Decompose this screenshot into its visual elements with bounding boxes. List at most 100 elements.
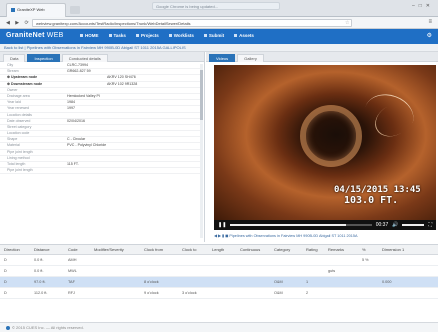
window-controls[interactable]: –□✕ bbox=[412, 3, 434, 9]
app-logo[interactable]: GraniteNet WEB bbox=[6, 32, 64, 39]
table-cell: 97.0 ft. bbox=[34, 280, 46, 284]
table-row[interactable]: D 112.0 ft. RFJ 9 o'clock 3 o'clock O&M 2 bbox=[0, 288, 438, 299]
field-label: Year renewed bbox=[7, 106, 30, 111]
column-header[interactable]: Code bbox=[64, 245, 90, 254]
field-value: 02/04/2016 bbox=[67, 118, 85, 123]
table-row[interactable]: D 0.0 ft. MWL guts bbox=[0, 266, 438, 277]
table-row[interactable]: D 0.0 ft. AMH 5 % bbox=[0, 255, 438, 266]
field-value: Hemlocked Valley PI bbox=[67, 93, 100, 98]
video-info: ◀ ▶ ▮ ◼ Pipelines with Observations in F… bbox=[214, 234, 358, 238]
nav-home[interactable]: HOME bbox=[80, 33, 99, 38]
field-label: ⊕ Upstream node bbox=[7, 75, 38, 80]
field-label: Location details bbox=[7, 112, 32, 117]
column-header[interactable]: % bbox=[358, 245, 378, 254]
tab-data[interactable]: Data bbox=[3, 54, 26, 62]
table-cell bbox=[178, 255, 208, 265]
column-header[interactable]: Distance bbox=[30, 245, 64, 254]
video-seek-bar[interactable] bbox=[230, 224, 372, 226]
table-cell bbox=[378, 266, 418, 276]
table-cell bbox=[236, 266, 270, 276]
nav-worklists[interactable]: Worklists bbox=[168, 33, 194, 38]
table-cell bbox=[358, 288, 378, 298]
column-header[interactable]: Dimension 1 bbox=[378, 245, 418, 254]
table-cell: AMH bbox=[68, 258, 77, 262]
field-label: Drainage area bbox=[7, 93, 30, 98]
field-label: Date observed bbox=[7, 118, 31, 123]
table-row[interactable]: D 97.0 ft. TAF 8 o'clock O&M 1 0.000 bbox=[0, 277, 438, 288]
details-scrollbar[interactable] bbox=[200, 64, 203, 238]
column-header[interactable]: Remarks bbox=[324, 245, 358, 254]
tab-gallery[interactable]: Gallery bbox=[237, 54, 264, 62]
field-label: Total length bbox=[7, 162, 26, 166]
table-cell: MWL bbox=[68, 269, 77, 273]
table-cell bbox=[208, 277, 236, 287]
update-notification: Google Chrome is being updated... bbox=[152, 2, 280, 10]
table-cell bbox=[208, 255, 236, 265]
tab-conducted-details[interactable]: Conducted details bbox=[61, 54, 108, 62]
field-label: City bbox=[7, 63, 14, 67]
tab-title: GraniteXP Web bbox=[17, 7, 45, 12]
table-cell: 5 % bbox=[362, 258, 369, 262]
media-tabs: Videos Gallery bbox=[206, 52, 438, 62]
column-header[interactable]: Modifier/Severity bbox=[90, 245, 140, 254]
grid-body: D 0.0 ft. AMH 5 % D 0.0 ft. MWL guts D 97.0 ft. TA… bbox=[0, 255, 438, 299]
field-label: Owner bbox=[7, 87, 18, 92]
user-menu-icon[interactable]: ⚙ bbox=[427, 32, 432, 39]
video-nav-icons[interactable]: ◀ ▶ ▮ ◼ bbox=[214, 234, 229, 238]
tasks-icon bbox=[108, 34, 112, 37]
favicon-icon bbox=[11, 7, 15, 12]
field-value: C - Circular bbox=[67, 137, 86, 142]
pause-icon[interactable]: ❚❚ bbox=[218, 222, 226, 228]
field-list: City CLRC-73994 Stream GR662-827 59 ⊕ Upstre… bbox=[0, 63, 200, 175]
table-cell: D bbox=[4, 291, 7, 295]
browser-tab[interactable]: GraniteXP Web bbox=[6, 3, 66, 17]
main-nav: HOME Tasks Projects Worklists Submit Ass… bbox=[80, 33, 254, 38]
table-cell: O&M bbox=[274, 291, 283, 295]
browser-menu-icon[interactable]: ≡ bbox=[428, 19, 432, 25]
observations-grid: Direction Distance Code Modifier/Severity Cl… bbox=[0, 244, 438, 322]
field-label: Stream bbox=[7, 69, 19, 74]
volume-icon[interactable]: 🔊 bbox=[392, 222, 398, 228]
nav-submit[interactable]: Submit bbox=[203, 33, 224, 38]
table-cell: 9 o'clock bbox=[144, 291, 159, 295]
field-label: Pipe joint length bbox=[7, 168, 33, 173]
table-cell: 2 bbox=[306, 291, 309, 295]
scrollbar-thumb[interactable] bbox=[200, 70, 203, 120]
column-header[interactable]: Clock to bbox=[178, 245, 208, 254]
field-label: ⊕ Downstream node bbox=[7, 81, 43, 86]
table-cell: RFJ bbox=[68, 291, 75, 295]
tab-videos[interactable]: Videos bbox=[209, 54, 236, 62]
nav-arrows-icon[interactable]: ◀ ▶ ⟳ bbox=[6, 20, 31, 26]
breadcrumb[interactable]: Back to list | Pipelines with Observatio… bbox=[0, 44, 438, 52]
video-overlay: 04/15/2015 13:45 103.0 FT. bbox=[334, 185, 421, 206]
table-cell bbox=[178, 266, 208, 276]
fullscreen-icon[interactable]: ⛶ bbox=[428, 222, 432, 228]
field-value: GR662-827 59 bbox=[67, 69, 91, 74]
nav-assets[interactable]: Assets bbox=[234, 33, 254, 38]
table-cell bbox=[90, 277, 140, 287]
new-tab-button[interactable] bbox=[70, 6, 80, 14]
app-header: GraniteNet WEB HOME Tasks Projects Workli… bbox=[0, 29, 438, 44]
column-header[interactable]: Direction bbox=[0, 245, 30, 254]
column-header[interactable]: Category bbox=[270, 245, 302, 254]
volume-slider[interactable] bbox=[402, 224, 425, 226]
video-controls: ❚❚ 00:37 🔊 ⛶ bbox=[214, 220, 436, 230]
column-header[interactable]: Rating bbox=[302, 245, 324, 254]
nav-tasks[interactable]: Tasks bbox=[108, 33, 126, 38]
table-cell bbox=[358, 266, 378, 276]
tab-inspection[interactable]: Inspection bbox=[27, 54, 60, 62]
table-cell: 0.0 ft. bbox=[34, 258, 44, 262]
seek-fill bbox=[230, 224, 347, 226]
column-header[interactable]: Clock from bbox=[140, 245, 178, 254]
nav-projects[interactable]: Projects bbox=[135, 33, 159, 38]
field-label: Pipe joint length bbox=[7, 149, 33, 154]
column-header[interactable]: Continuous bbox=[236, 245, 270, 254]
table-cell: O&M bbox=[274, 280, 283, 284]
inspection-video[interactable]: 04/15/2015 13:45 103.0 FT. bbox=[214, 65, 436, 220]
column-header[interactable]: Length bbox=[208, 245, 236, 254]
bookmark-star-icon[interactable]: ☆ bbox=[345, 20, 349, 26]
url-input[interactable]: webview.granitexp.com/Accounts/TestRadio… bbox=[32, 19, 352, 27]
video-time: 00:37 bbox=[375, 222, 389, 228]
grid-header: Direction Distance Code Modifier/Severity Cl… bbox=[0, 245, 438, 255]
field-value: 115 FT. bbox=[67, 162, 79, 166]
